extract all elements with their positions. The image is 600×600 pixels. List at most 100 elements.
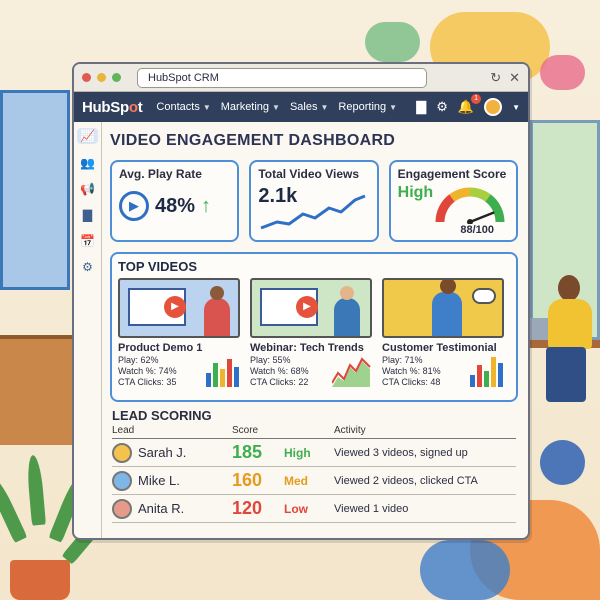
- lead-name: Mike L.: [138, 473, 180, 488]
- person-illustration: [540, 275, 595, 405]
- video-title: Product Demo 1: [118, 342, 203, 354]
- kpi-card-play-rate[interactable]: Avg. Play Rate ▶ 48% ↑: [110, 160, 240, 242]
- video-watch-stat: Watch %: 81%: [382, 366, 441, 376]
- video-cta-stat: CTA Clicks: 48: [382, 377, 441, 387]
- nav-label: Contacts: [156, 101, 200, 113]
- dashboard-icon[interactable]: 📈: [77, 128, 98, 144]
- video-play-stat: Play: 55%: [250, 355, 291, 365]
- decor-blob-pink: [540, 55, 585, 90]
- video-cta-stat: CTA Clicks: 22: [250, 377, 309, 387]
- kpi-card-views[interactable]: Total Video Views 2.1k: [249, 160, 379, 242]
- gear-icon[interactable]: ⚙: [436, 99, 448, 115]
- browser-titlebar: HubSpot CRM ↻ ✕: [74, 64, 528, 92]
- play-icon: ▶: [119, 191, 149, 221]
- table-row[interactable]: Sarah J. 185 High Viewed 3 videos, signe…: [112, 439, 516, 467]
- video-card[interactable]: Customer Testimonial Play: 71% Watch %: …: [382, 278, 504, 388]
- avatar: [112, 470, 132, 491]
- engagement-score: 88/100: [460, 224, 494, 236]
- video-watch-stat: Watch %: 68%: [250, 366, 309, 376]
- views-sparkline: [260, 194, 366, 230]
- notification-badge: 1: [471, 94, 482, 104]
- video-watch-stat: Watch %: 74%: [118, 366, 177, 376]
- calendar-icon[interactable]: 📅: [80, 234, 95, 248]
- contacts-icon[interactable]: 👥: [80, 156, 95, 170]
- table-row[interactable]: Anita R. 120 Low Viewed 1 video: [112, 495, 516, 523]
- page-title: VIDEO ENGAGEMENT DASHBOARD: [110, 132, 396, 149]
- video-mini-bar-chart: [470, 357, 503, 387]
- decor-blob-blue: [420, 540, 510, 600]
- left-sidebar: 📈 👥 📢 ▇ 📅 ⚙: [74, 122, 102, 538]
- analytics-icon[interactable]: ▇: [416, 99, 426, 115]
- section-title: TOP VIDEOS: [118, 259, 197, 274]
- video-thumbnail[interactable]: ▶: [118, 278, 240, 338]
- reports-icon[interactable]: ▇: [83, 208, 92, 222]
- settings-icon[interactable]: ⚙: [82, 260, 93, 274]
- top-navbar: HubSpot Contacts ▼ Marketing ▼ Sales ▼ Repo…: [74, 92, 528, 122]
- kpi-label: Avg. Play Rate: [119, 167, 202, 181]
- lead-tier: Low: [284, 501, 308, 516]
- nav-item-marketing[interactable]: Marketing ▼: [221, 101, 280, 113]
- chevron-down-icon: ▼: [389, 102, 398, 112]
- video-thumbnail[interactable]: [382, 278, 504, 338]
- top-videos-panel: TOP VIDEOS ▶ Product Demo 1 Play: 62% Wa…: [110, 252, 518, 402]
- lead-tier: High: [284, 445, 311, 460]
- dashboard-main: VIDEO ENGAGEMENT DASHBOARD Avg. Play Rat…: [102, 122, 528, 538]
- nav-label: Marketing: [220, 101, 270, 113]
- column-header-score: Score: [232, 425, 259, 436]
- bell-icon[interactable]: 🔔 1: [458, 94, 482, 115]
- user-avatar[interactable]: [484, 98, 503, 116]
- chevron-down-icon: ▼: [320, 102, 329, 112]
- video-card[interactable]: ▶ Webinar: Tech Trends Play: 55% Watch %…: [250, 278, 372, 388]
- minimize-window-dot[interactable]: [97, 73, 106, 82]
- kpi-value: 48%: [155, 194, 196, 217]
- nav-item-sales[interactable]: Sales ▼: [290, 101, 328, 113]
- nav-item-reporting[interactable]: Reporting ▼: [338, 101, 397, 113]
- decor-blob-green: [365, 22, 420, 62]
- engagement-gauge: [435, 187, 505, 224]
- lead-table-header: Lead Score Activity: [112, 425, 516, 439]
- kpi-label: Engagement Score: [397, 167, 507, 181]
- video-play-stat: Play: 62%: [118, 355, 159, 365]
- table-row[interactable]: Mike L. 160 Med Viewed 2 videos, clicked…: [112, 467, 516, 495]
- lead-scoring-section: LEAD SCORING Lead Score Activity Sarah J…: [110, 408, 518, 523]
- chevron-down-icon: ▼: [202, 102, 211, 112]
- hubspot-logo[interactable]: HubSpot: [82, 99, 143, 116]
- browser-tab[interactable]: HubSpot CRM: [137, 67, 427, 88]
- megaphone-icon[interactable]: 📢: [80, 182, 95, 196]
- video-thumbnail[interactable]: ▶: [250, 278, 372, 338]
- nav-label: Sales: [289, 101, 318, 113]
- trend-up-icon: ↑: [201, 194, 212, 217]
- column-header-lead: Lead: [112, 425, 135, 436]
- video-cta-stat: CTA Clicks: 35: [118, 377, 177, 387]
- lead-score: 185: [232, 442, 263, 462]
- nav-item-contacts[interactable]: Contacts ▼: [156, 101, 210, 113]
- left-window-illustration: [0, 90, 70, 290]
- video-mini-bar-chart: [206, 359, 239, 387]
- lead-activity: Viewed 3 videos, signed up: [334, 446, 468, 459]
- video-play-stat: Play: 71%: [382, 355, 423, 365]
- kpi-label: Total Video Views: [258, 167, 360, 181]
- lead-activity: Viewed 2 videos, clicked CTA: [334, 474, 478, 487]
- lead-score: 120: [232, 498, 263, 518]
- reload-icon[interactable]: ↻: [490, 70, 501, 86]
- chevron-down-icon[interactable]: ▼: [512, 103, 520, 112]
- lead-tier: Med: [284, 473, 308, 488]
- play-icon[interactable]: ▶: [164, 296, 186, 318]
- lead-name: Sarah J.: [138, 445, 187, 460]
- nav-label: Reporting: [338, 101, 387, 113]
- close-tab-icon[interactable]: ✕: [509, 70, 520, 86]
- video-card[interactable]: ▶ Product Demo 1 Play: 62% Watch %: 74% …: [118, 278, 240, 388]
- kpi-row: Avg. Play Rate ▶ 48% ↑ Total Video Views…: [110, 160, 518, 242]
- lead-name: Anita R.: [138, 501, 185, 516]
- play-icon[interactable]: ▶: [296, 296, 318, 318]
- plant-pot-illustration: [10, 560, 70, 600]
- avatar: [112, 442, 132, 463]
- video-mini-area-chart: [332, 357, 371, 387]
- decor-blob-dark-blue: [540, 440, 585, 485]
- section-title: LEAD SCORING: [112, 408, 212, 423]
- close-window-dot[interactable]: [82, 73, 91, 82]
- kpi-card-engagement[interactable]: Engagement Score High 88/100: [388, 160, 518, 242]
- maximize-window-dot[interactable]: [112, 73, 121, 82]
- lead-score: 160: [232, 470, 263, 490]
- video-title: Webinar: Tech Trends: [250, 342, 364, 354]
